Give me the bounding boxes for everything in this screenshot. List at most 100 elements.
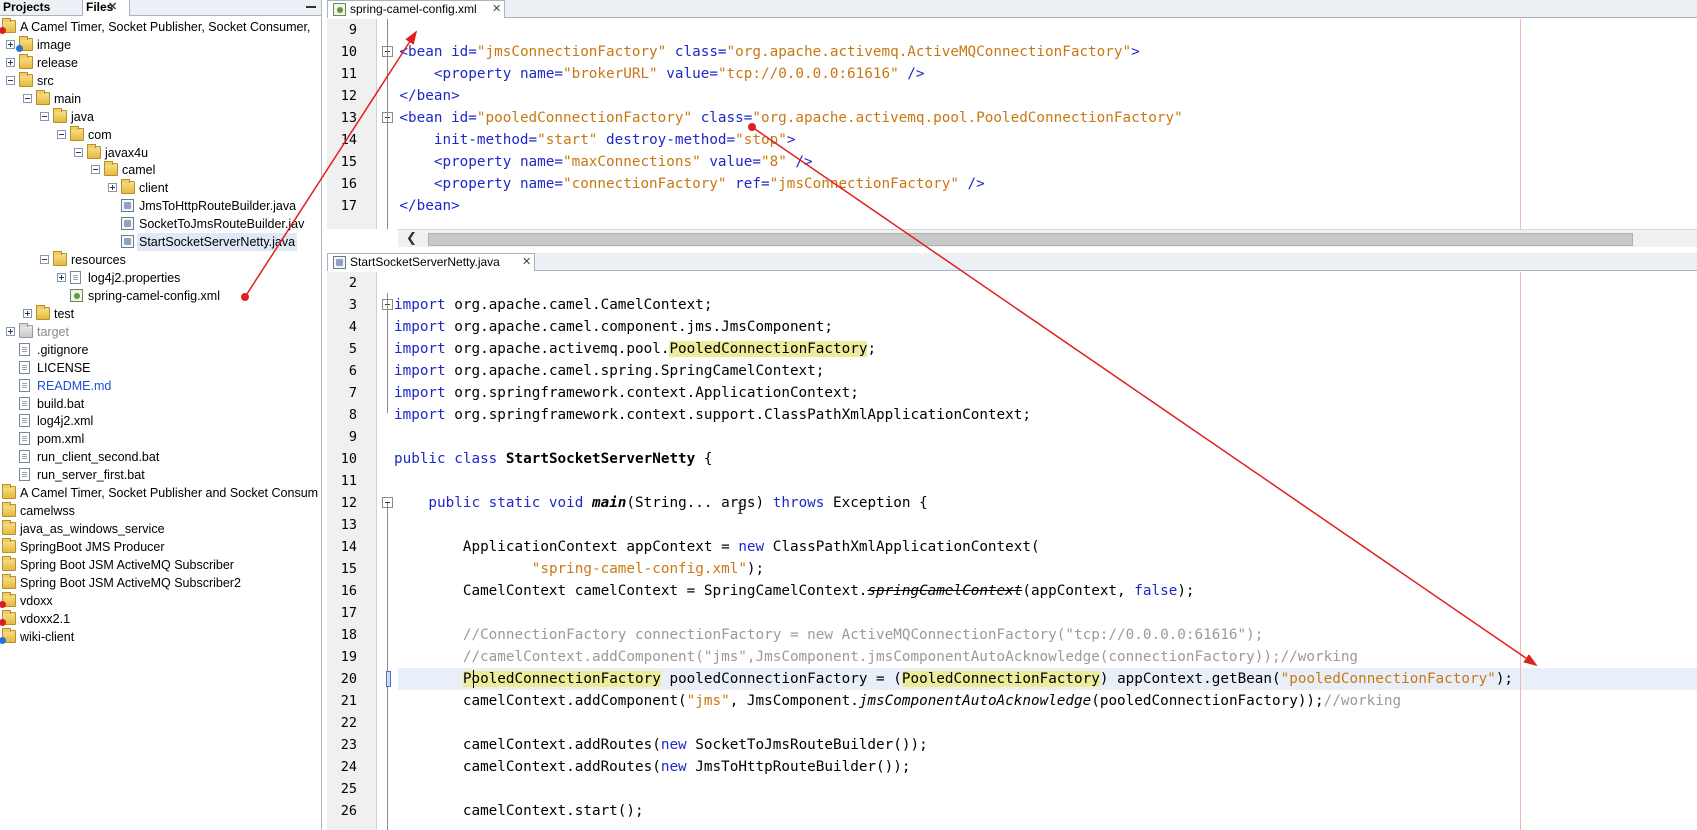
tree-node[interactable]: .gitignore [0, 341, 321, 359]
tree-node[interactable]: SpringBoot JMS Producer [0, 537, 321, 556]
expand-icon[interactable] [57, 273, 66, 283]
line-number: 26 [340, 803, 357, 819]
tab-label: spring-camel-config.xml [350, 2, 477, 16]
collapse-icon[interactable] [57, 129, 66, 139]
close-icon[interactable]: ✕ [108, 0, 117, 15]
collapse-icon[interactable] [40, 255, 49, 265]
code-line[interactable]: <bean id="jmsConnectionFactory" class="o… [365, 41, 1139, 63]
tree-node[interactable]: client [0, 179, 321, 197]
expand-icon[interactable] [6, 326, 15, 336]
tree-node[interactable]: A Camel Timer, Socket Publisher, Socket … [0, 18, 321, 36]
tree-node[interactable]: Spring Boot JSM ActiveMQ Subscriber [0, 555, 321, 574]
tree-node[interactable]: JmsToHttpRouteBuilder.java [0, 197, 321, 215]
info-badge-icon [16, 44, 23, 52]
code-token: "brokerURL" [562, 66, 658, 82]
line-number: 10 [340, 44, 357, 60]
tree-node[interactable]: vdoxx [0, 591, 321, 610]
tree-node[interactable]: release [0, 53, 321, 72]
scroll-left-icon[interactable]: ❮ [406, 231, 417, 246]
file-icon [19, 378, 30, 392]
collapse-icon[interactable] [91, 165, 100, 175]
tree-node[interactable]: image [0, 35, 321, 54]
tree-node[interactable]: vdoxx2.1 [0, 609, 321, 628]
tree-node[interactable]: README.md [0, 377, 321, 395]
collapse-icon[interactable] [23, 93, 32, 103]
tree-node[interactable]: log4j2.properties [0, 269, 321, 287]
code-line[interactable]: //ConnectionFactory connectionFactory = … [394, 624, 1264, 646]
tree-node[interactable]: java [0, 107, 321, 126]
code-line[interactable]: import org.springframework.context.suppo… [394, 404, 1031, 426]
tree-node-label: camel [122, 163, 156, 178]
tree-node[interactable]: wiki-client [0, 627, 321, 646]
tree-node[interactable]: run_server_first.bat [0, 466, 321, 484]
collapse-icon[interactable] [40, 111, 49, 121]
code-line[interactable]: import org.apache.activemq.pool.PooledCo… [394, 338, 876, 360]
code-line[interactable]: </bean> [365, 85, 459, 107]
close-icon[interactable]: ✕ [492, 2, 501, 17]
code-line[interactable]: <property name="brokerURL" value="tcp://… [365, 63, 925, 85]
tree-node[interactable]: java_as_windows_service [0, 520, 321, 538]
tree-node[interactable]: pom.xml [0, 430, 321, 448]
collapse-icon[interactable] [74, 147, 83, 157]
line-number: 17 [340, 605, 357, 621]
code-line[interactable]: import org.apache.camel.component.jms.Jm… [394, 316, 833, 338]
code-line[interactable]: ApplicationContext appContext = new Clas… [394, 536, 1040, 558]
scrollbar-thumb[interactable] [428, 233, 1633, 246]
code-line[interactable]: camelContext.addComponent("jms", JmsComp… [394, 690, 1401, 712]
text-caret [473, 670, 474, 688]
code-line[interactable]: //camelContext.addComponent("jms",JmsCom… [394, 646, 1358, 668]
code-line[interactable]: <property name="connectionFactory" ref="… [365, 173, 985, 195]
expand-icon[interactable] [23, 308, 32, 318]
tree-node-label: javax4u [105, 145, 149, 160]
tab-spring-camel-config[interactable]: spring-camel-config.xml ✕ [327, 0, 505, 18]
tree-node[interactable]: run_client_second.bat [0, 448, 321, 466]
code-line[interactable]: camelContext.addRoutes(new SocketToJmsRo… [394, 734, 928, 756]
expand-icon[interactable] [108, 183, 117, 193]
code-line[interactable]: public static void main(String... args) … [394, 492, 927, 514]
tab-files[interactable]: Files ✕ [83, 0, 130, 16]
horizontal-scrollbar[interactable]: ❮ [398, 229, 1697, 247]
tree-node[interactable]: LICENSE [0, 359, 321, 377]
code-line[interactable]: camelContext.addRoutes(new JmsToHttpRout… [394, 756, 911, 778]
tree-node[interactable]: main [0, 89, 321, 108]
tree-node[interactable]: test [0, 304, 321, 323]
tree-node[interactable]: camel [0, 161, 321, 179]
code-token: PooledConnectionFactory [901, 671, 1100, 687]
minimize-icon[interactable] [306, 6, 316, 8]
code-line[interactable]: <property name="maxConnections" value="8… [365, 151, 813, 173]
code-line[interactable]: import org.apache.camel.spring.SpringCam… [394, 360, 824, 382]
tree-node[interactable]: target [0, 322, 321, 341]
fold-guide [387, 293, 388, 413]
code-line[interactable]: "spring-camel-config.xml"); [394, 558, 764, 580]
tree-node[interactable]: com [0, 125, 321, 144]
code-line[interactable]: CamelContext camelContext = SpringCamelC… [394, 580, 1195, 602]
code-token: new [660, 737, 687, 753]
code-line[interactable]: </bean> [365, 195, 459, 217]
code-line[interactable]: import org.springframework.context.Appli… [394, 382, 859, 404]
collapse-icon[interactable] [6, 75, 15, 85]
tree-node[interactable]: SocketToJmsRouteBuilder.jav [0, 215, 321, 233]
code-line[interactable]: init-method="start" destroy-method="stop… [365, 129, 796, 151]
tree-node[interactable]: StartSocketServerNetty.java [0, 233, 321, 252]
tree-node[interactable]: Spring Boot JSM ActiveMQ Subscriber2 [0, 573, 321, 592]
tree-node[interactable]: build.bat [0, 395, 321, 413]
code-line[interactable]: <bean id="pooledConnectionFactory" class… [365, 107, 1182, 129]
code-line[interactable]: import org.apache.camel.CamelContext; [394, 294, 713, 316]
code-line[interactable]: public class StartSocketServerNetty { [394, 448, 713, 470]
expand-icon[interactable] [6, 39, 15, 49]
close-icon[interactable]: ✕ [522, 255, 531, 270]
tree-node[interactable]: javax4u [0, 143, 321, 162]
tree-node[interactable]: camelwss [0, 502, 321, 520]
code-line[interactable]: PooledConnectionFactory pooledConnection… [394, 668, 1513, 690]
tab-projects[interactable]: Projects [0, 0, 83, 16]
line-number: 9 [348, 429, 357, 445]
expand-icon[interactable] [6, 57, 15, 67]
code-line[interactable]: camelContext.start(); [394, 800, 644, 822]
line-marker-icon[interactable] [386, 671, 391, 687]
tree-node[interactable]: A Camel Timer, Socket Publisher and Sock… [0, 484, 321, 502]
tree-node[interactable]: resources [0, 251, 321, 269]
tree-node[interactable]: src [0, 71, 321, 90]
tree-node[interactable]: log4j2.xml [0, 412, 321, 430]
tree-node[interactable]: spring-camel-config.xml [0, 287, 321, 305]
tab-start-socket-server-netty[interactable]: StartSocketServerNetty.java ✕ [327, 253, 535, 271]
